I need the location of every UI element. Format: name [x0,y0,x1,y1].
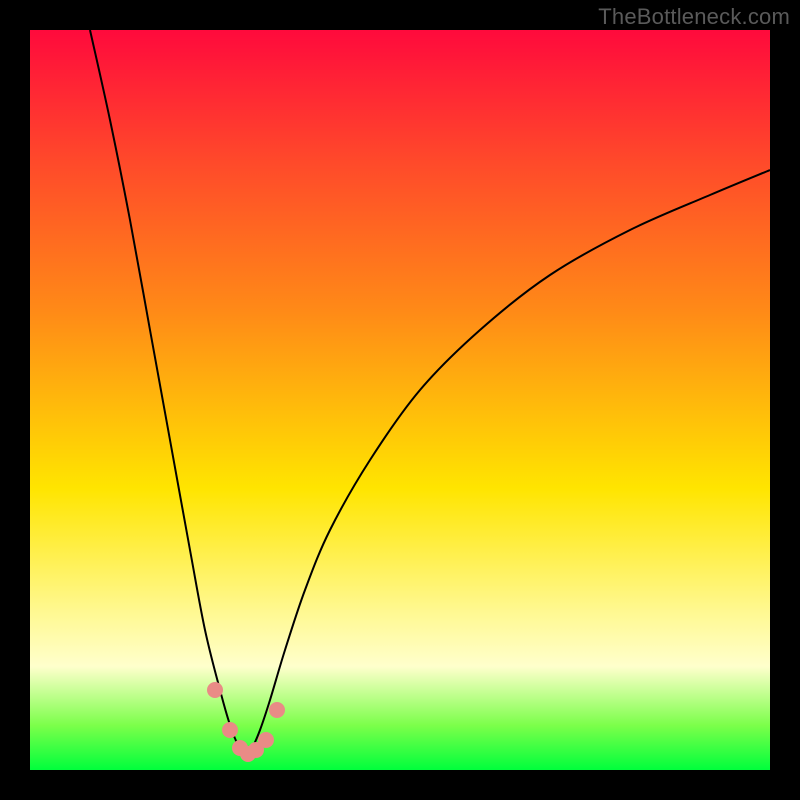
curve-svg [30,30,770,770]
marker-dot [222,722,238,738]
marker-dot [258,732,274,748]
marker-dot [269,702,285,718]
marker-dot [207,682,223,698]
optimal-range-markers [207,682,285,762]
chart-frame: TheBottleneck.com [0,0,800,800]
bottleneck-curve [90,30,770,755]
watermark-text: TheBottleneck.com [598,4,790,30]
plot-area [30,30,770,770]
